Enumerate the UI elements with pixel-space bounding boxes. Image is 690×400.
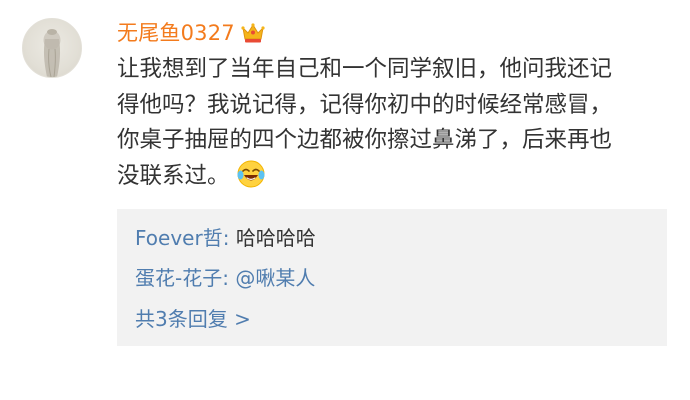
username-link[interactable]: 无尾鱼0327 <box>117 22 235 44</box>
reply-username-link[interactable]: 蛋花-花子 <box>135 266 222 290</box>
reply-separator: : <box>222 226 236 250</box>
reply-item: Foever哲: 哈哈哈哈 <box>135 228 316 248</box>
replies-panel: Foever哲: 哈哈哈哈 蛋花-花子: @啾某人 共3条回复 > <box>117 209 667 346</box>
crown-icon[interactable] <box>241 22 265 44</box>
comment-text: 让我想到了当年自己和一个同学叙旧，他问我还记 得他吗？我说记得，记得你初中的时候… <box>117 52 677 194</box>
comment-line: 没联系过。 <box>117 162 230 189</box>
comment-line: 得他吗？我说记得，记得你初中的时候经常感冒， <box>117 91 613 118</box>
view-more-replies-link[interactable]: 共3条回复 > <box>135 309 251 329</box>
laugh-cry-emoji-icon <box>236 159 266 189</box>
comment-line: 让我想到了当年自己和一个同学叙旧，他问我还记 <box>117 56 613 82</box>
avatar[interactable] <box>22 18 82 78</box>
reply-item: 蛋花-花子: @啾某人 <box>135 268 315 288</box>
avatar-icon <box>43 29 61 77</box>
comment-line: 你桌子抽屉的四个边都被你擦过鼻涕了，后来再也 <box>117 127 613 153</box>
mention-link[interactable]: @啾某人 <box>235 266 315 290</box>
comment-header: 无尾鱼0327 <box>117 16 265 50</box>
reply-separator: : <box>222 266 236 290</box>
reply-username-link[interactable]: Foever哲 <box>135 226 223 250</box>
reply-text: 哈哈哈哈 <box>235 226 316 250</box>
comment-last-line: 没联系过。 <box>117 159 677 195</box>
